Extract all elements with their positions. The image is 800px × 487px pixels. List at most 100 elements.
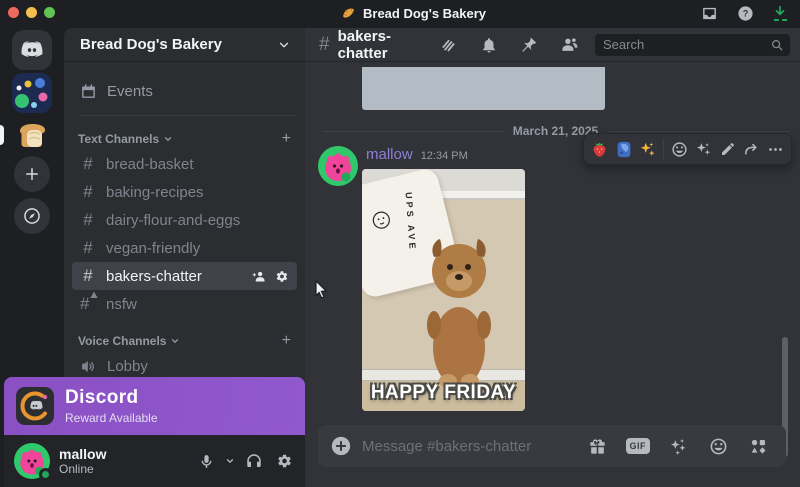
hash-icon: # bbox=[319, 34, 330, 56]
divider bbox=[80, 115, 295, 116]
channel-baking-recipes[interactable]: # baking-recipes bbox=[72, 178, 297, 206]
channel-name: bread-basket bbox=[106, 156, 289, 173]
gif-attachment[interactable]: UPS AVE HAPPY FRIDAY bbox=[362, 169, 525, 411]
quick-reaction-custom-blue-icon[interactable] bbox=[612, 137, 635, 161]
section-voice-channels[interactable]: Voice Channels + bbox=[78, 330, 291, 352]
gift-icon[interactable] bbox=[584, 433, 611, 460]
notification-bell-icon[interactable] bbox=[476, 32, 502, 58]
message-input-bar: GIF bbox=[318, 425, 786, 467]
calendar-icon bbox=[80, 83, 97, 100]
channel-header: # bakers-chatter bbox=[305, 28, 800, 62]
discord-app-window: Bread Dog's Bakery ? bbox=[0, 0, 800, 487]
channel-bread-basket[interactable]: # bread-basket bbox=[72, 150, 297, 178]
mic-icon[interactable] bbox=[194, 449, 219, 474]
inbox-icon[interactable] bbox=[701, 5, 718, 22]
explore-servers-button[interactable] bbox=[14, 198, 50, 234]
user-settings-gear-icon[interactable] bbox=[271, 448, 297, 474]
window-title: Bread Dog's Bakery bbox=[341, 6, 486, 21]
minimize-window-button[interactable] bbox=[26, 7, 37, 18]
quick-reaction-strawberry-icon[interactable] bbox=[588, 137, 611, 161]
server-dropdown[interactable]: Bread Dog's Bakery bbox=[64, 28, 305, 62]
create-voice-channel-button[interactable]: + bbox=[282, 332, 291, 350]
window-title-text: Bread Dog's Bakery bbox=[363, 6, 486, 21]
channel-dairy-flour-and-eggs[interactable]: # dairy-flour-and-eggs bbox=[72, 206, 297, 234]
threads-icon[interactable] bbox=[436, 32, 462, 58]
user-avatar[interactable] bbox=[14, 443, 50, 479]
quest-badge-icon bbox=[16, 387, 54, 425]
apps-icon[interactable] bbox=[745, 433, 772, 460]
home-button[interactable] bbox=[12, 30, 52, 70]
message-hover-toolbar bbox=[583, 133, 792, 165]
channel-name: Lobby bbox=[107, 358, 289, 375]
close-window-button[interactable] bbox=[8, 7, 19, 18]
reward-banner-subtitle: Reward Available bbox=[65, 411, 158, 425]
create-channel-button[interactable]: + bbox=[282, 130, 291, 148]
attach-plus-icon[interactable] bbox=[330, 435, 352, 457]
user-panel: mallow Online bbox=[4, 435, 305, 487]
message-timestamp: 12:34 PM bbox=[421, 150, 468, 162]
help-icon[interactable]: ? bbox=[737, 5, 754, 22]
more-options-icon[interactable] bbox=[764, 137, 787, 161]
hash-icon: # bbox=[80, 154, 96, 174]
sticker-icon[interactable] bbox=[665, 433, 692, 460]
channel-name: baking-recipes bbox=[106, 184, 289, 201]
help-glyph: ? bbox=[743, 9, 749, 19]
active-server-pill bbox=[0, 125, 4, 145]
edit-pencil-icon[interactable] bbox=[716, 137, 739, 161]
channel-name: vegan-friendly bbox=[106, 240, 289, 257]
traffic-lights bbox=[8, 7, 55, 18]
gif-picker-icon[interactable]: GIF bbox=[624, 436, 653, 456]
panel-username: mallow bbox=[59, 446, 106, 462]
chevron-down-icon bbox=[170, 336, 180, 346]
server-icon-art[interactable] bbox=[12, 73, 52, 113]
message-header: mallow 12:34 PM bbox=[366, 146, 468, 163]
croissant-icon bbox=[341, 6, 356, 21]
invite-people-icon[interactable] bbox=[252, 269, 267, 284]
channel-nsfw[interactable]: # nsfw bbox=[72, 290, 297, 318]
message-avatar[interactable] bbox=[318, 146, 358, 186]
chevron-down-icon bbox=[277, 38, 291, 52]
emoji-picker-icon[interactable] bbox=[705, 433, 732, 460]
hash-icon: # bbox=[80, 266, 96, 286]
channel-vegan-friendly[interactable]: # vegan-friendly bbox=[72, 234, 297, 262]
message-input[interactable] bbox=[362, 438, 574, 455]
online-status-dot bbox=[39, 468, 52, 481]
headphones-icon[interactable] bbox=[241, 448, 267, 474]
server-icon-bread[interactable] bbox=[12, 116, 52, 156]
hash-icon: # bbox=[80, 182, 96, 202]
previous-attachment-image[interactable] bbox=[362, 67, 605, 110]
channel-bakers-chatter[interactable]: # bakers-chatter bbox=[72, 262, 297, 290]
edit-channel-gear-icon[interactable] bbox=[274, 269, 289, 284]
member-list-icon[interactable] bbox=[556, 31, 583, 58]
quick-reaction-sparkles-icon[interactable] bbox=[636, 137, 659, 161]
hash-icon: # bbox=[80, 238, 96, 258]
gif-caption: HAPPY FRIDAY bbox=[362, 382, 525, 404]
add-reaction-icon[interactable] bbox=[668, 137, 691, 161]
reply-arrow-icon[interactable] bbox=[740, 137, 763, 161]
reward-banner[interactable]: Discord Reward Available bbox=[4, 377, 305, 435]
bottom-card: Discord Reward Available mallow Online bbox=[4, 377, 305, 487]
nsfw-warning-badge bbox=[90, 291, 98, 299]
pinned-messages-icon[interactable] bbox=[516, 32, 542, 58]
search-icon bbox=[770, 38, 784, 52]
sidebar-item-events[interactable]: Events bbox=[72, 77, 297, 105]
reward-banner-title: Discord bbox=[65, 388, 158, 408]
divider bbox=[663, 139, 664, 159]
voice-channels-label: Voice Channels bbox=[78, 334, 166, 348]
message-list: March 21, 2025 mallow 12:34 PM UPS AVE bbox=[305, 63, 800, 427]
hash-warning-icon: # bbox=[80, 294, 89, 313]
mic-chevron-icon[interactable] bbox=[223, 452, 237, 470]
hash-icon: # bbox=[80, 210, 96, 230]
panel-status: Online bbox=[59, 462, 106, 476]
voice-channel-lobby[interactable]: Lobby bbox=[72, 352, 297, 380]
search-input[interactable] bbox=[603, 37, 770, 52]
message-author[interactable]: mallow bbox=[366, 146, 413, 163]
zoom-window-button[interactable] bbox=[44, 7, 55, 18]
super-reaction-icon[interactable] bbox=[692, 137, 715, 161]
section-text-channels[interactable]: Text Channels + bbox=[78, 128, 291, 150]
titlebar: Bread Dog's Bakery ? bbox=[0, 0, 800, 28]
channel-name: dairy-flour-and-eggs bbox=[106, 212, 289, 229]
add-server-button[interactable] bbox=[14, 156, 50, 192]
chat-area: # bakers-chatter bbox=[305, 28, 800, 487]
download-icon[interactable] bbox=[773, 6, 787, 21]
